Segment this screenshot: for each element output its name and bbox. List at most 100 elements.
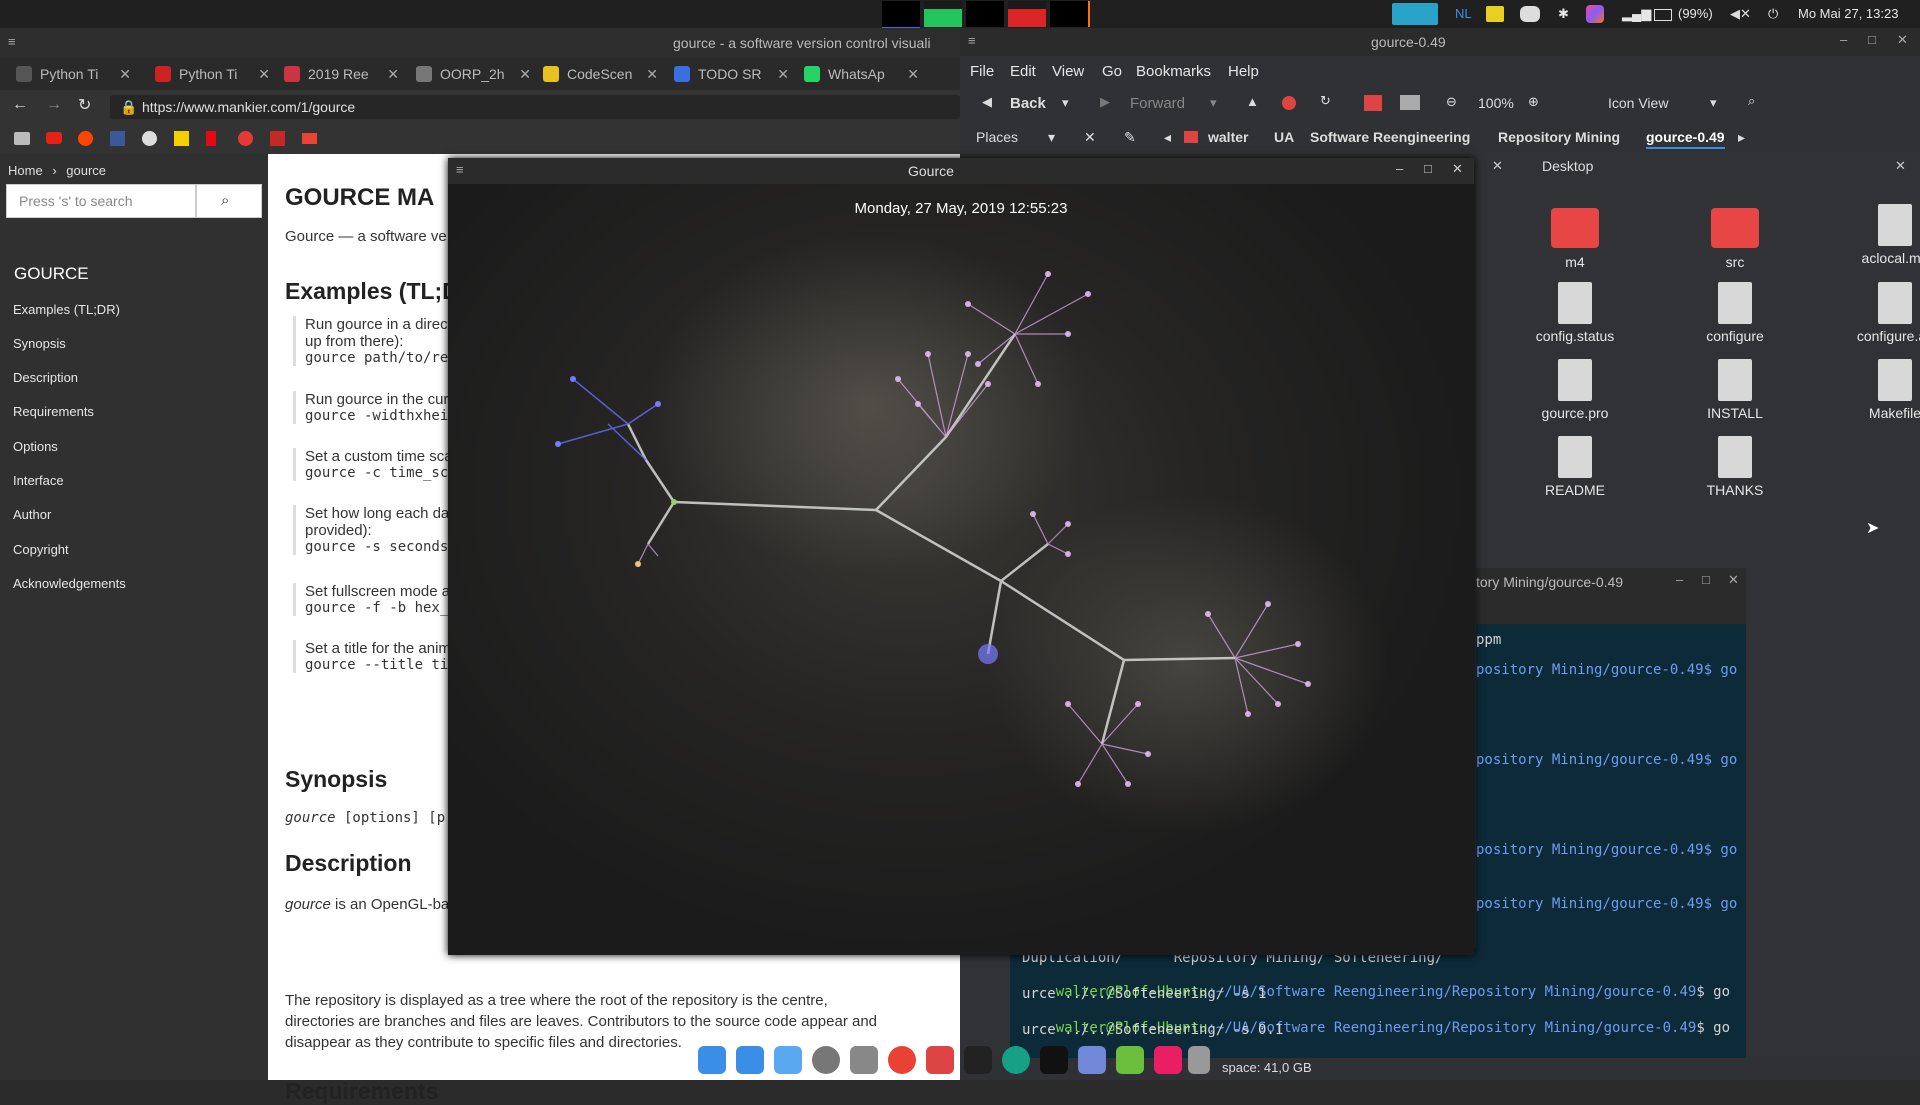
folder-bookmark-icon[interactable] [14, 132, 30, 145]
path-scroll-left-icon[interactable]: ◂ [1164, 129, 1171, 146]
up-icon[interactable]: ▲ [1246, 94, 1259, 109]
folder-item[interactable]: src [1675, 208, 1795, 270]
minimize-icon[interactable]: – [1676, 572, 1683, 587]
tab-close-icon[interactable]: ✕ [119, 66, 131, 83]
path-scroll-right-icon[interactable]: ▸ [1738, 129, 1745, 146]
menu-view[interactable]: View [1052, 63, 1084, 80]
bookmark-icon[interactable] [270, 131, 285, 146]
minimize-icon[interactable]: – [1396, 161, 1403, 176]
sidebar-link-description[interactable]: Description [13, 370, 78, 385]
app-icon[interactable] [1002, 1046, 1030, 1074]
tab-close-icon[interactable]: ✕ [387, 66, 399, 83]
menu-help[interactable]: Help [1228, 63, 1259, 80]
search-icon[interactable]: ⌕ [1748, 93, 1755, 109]
home-icon[interactable] [1364, 95, 1382, 111]
anchor-app-icon[interactable] [698, 1046, 726, 1074]
menu-icon[interactable]: ≡ [456, 162, 464, 177]
menu-file[interactable]: File [970, 63, 994, 80]
back-dropdown-icon[interactable]: ▾ [1062, 95, 1069, 111]
sidebar-title[interactable]: GOURCE [14, 264, 89, 284]
path-segment-software-reengineering[interactable]: Software Reengineering [1310, 129, 1470, 145]
forward-dropdown-icon[interactable]: ▾ [1210, 95, 1217, 111]
settings-app-icon[interactable] [850, 1046, 878, 1074]
search-button[interactable]: ⌕ [196, 184, 262, 218]
sidebar-link-interface[interactable]: Interface [13, 473, 64, 488]
terminal-app-icon[interactable] [1040, 1046, 1068, 1074]
sidebar-link-requirements[interactable]: Requirements [13, 404, 94, 419]
menu-bookmarks[interactable]: Bookmarks [1136, 63, 1211, 80]
file-item[interactable]: aclocal.m4 [1835, 204, 1920, 266]
maximize-icon[interactable]: □ [1424, 161, 1432, 176]
gmail-bookmark-icon[interactable] [302, 133, 317, 144]
file-item[interactable]: gource.pro [1515, 359, 1635, 421]
signal-icon[interactable]: ▂▄▆ [1622, 6, 1651, 22]
view-mode-select[interactable]: Icon View [1608, 95, 1668, 111]
maximize-icon[interactable]: □ [1702, 572, 1710, 587]
discord-app-icon[interactable] [1078, 1046, 1106, 1074]
gource-visualization[interactable]: Monday, 27 May, 2019 12:55:23 [448, 184, 1474, 955]
tab[interactable]: TODO SR ✕ [658, 58, 797, 90]
file-item[interactable]: README [1515, 436, 1635, 498]
bluetooth-icon[interactable]: ✱ [1558, 6, 1569, 22]
facebook-bookmark-icon[interactable] [110, 131, 125, 146]
back-arrow-icon[interactable]: ◀ [982, 94, 992, 110]
menu-icon[interactable]: ≡ [968, 33, 976, 48]
maximize-icon[interactable]: □ [1868, 32, 1876, 47]
computer-icon[interactable] [1400, 95, 1420, 110]
reload-icon[interactable]: ↻ [78, 95, 91, 115]
path-segment-ua[interactable]: UA [1274, 129, 1294, 145]
view-mode-dropdown-icon[interactable]: ▾ [1710, 95, 1717, 111]
stop-icon[interactable] [1282, 96, 1296, 110]
file-item[interactable]: configure [1675, 282, 1795, 344]
keyboard-layout-indicator[interactable]: NL [1455, 6, 1472, 21]
side-panel-close-icon[interactable]: ✕ [1492, 158, 1503, 174]
sidebar-link-synopsis[interactable]: Synopsis [13, 336, 66, 351]
forward-arrow-icon[interactable]: ▶ [1100, 94, 1110, 110]
youtube-bookmark-icon[interactable] [46, 132, 62, 144]
tab[interactable]: CodeScen ✕ [527, 58, 666, 90]
panel-close-icon[interactable]: ✕ [1895, 158, 1906, 174]
forward-button[interactable]: Forward [1130, 95, 1185, 112]
file-item[interactable]: INSTALL [1675, 359, 1795, 421]
breadcrumb-home[interactable]: Home [8, 163, 43, 178]
tab[interactable]: Python Ti ✕ [0, 58, 139, 90]
bookmark-icon[interactable] [238, 131, 253, 146]
t-bookmark-icon[interactable] [174, 131, 189, 146]
tab[interactable]: Python Ti ✕ [139, 58, 278, 90]
sidebar-link-copyright[interactable]: Copyright [13, 542, 69, 557]
file-item[interactable]: configure.ac [1835, 282, 1920, 344]
zoom-out-icon[interactable]: ⊖ [1446, 94, 1457, 110]
zoom-in-icon[interactable]: ⊕ [1528, 94, 1539, 110]
places-dropdown-icon[interactable]: ▾ [1048, 129, 1055, 146]
places-label[interactable]: Places [976, 129, 1018, 145]
sidebar-link-options[interactable]: Options [13, 439, 58, 454]
notes-icon[interactable] [1486, 6, 1504, 22]
screen-icon[interactable] [1392, 3, 1438, 25]
discord-icon[interactable] [1520, 6, 1540, 22]
menu-edit[interactable]: Edit [1010, 63, 1036, 80]
search-input[interactable]: Press 's' to search [6, 184, 196, 218]
tab-close-icon[interactable]: ✕ [907, 66, 919, 83]
reddit-bookmark-icon[interactable] [78, 131, 93, 146]
path-segment-walter[interactable]: walter [1208, 129, 1248, 145]
forward-arrow-icon[interactable]: → [46, 96, 62, 114]
tab[interactable]: WhatsAp ✕ [788, 58, 927, 90]
close-icon[interactable]: ✕ [1897, 32, 1908, 48]
close-icon[interactable]: ✕ [1728, 572, 1739, 588]
path-edit-icon[interactable]: ✎ [1124, 129, 1136, 146]
back-app-icon[interactable] [812, 1046, 840, 1074]
app-indicator-icon[interactable] [1586, 5, 1604, 23]
menu-icon[interactable]: ≡ [8, 34, 16, 49]
menu-go[interactable]: Go [1102, 63, 1122, 80]
clion-app-icon[interactable] [964, 1046, 992, 1074]
path-segment-gource[interactable]: gource-0.49 [1646, 129, 1725, 149]
folder-item[interactable]: m4 [1515, 208, 1635, 270]
files-app-icon[interactable] [736, 1046, 764, 1074]
red-folder-app-icon[interactable] [926, 1046, 954, 1074]
tab[interactable]: 2019 Ree ✕ [268, 58, 407, 90]
volume-muted-icon[interactable]: ◀✕ [1730, 6, 1751, 22]
back-arrow-icon[interactable]: ← [12, 96, 28, 114]
close-icon[interactable]: ✕ [1452, 161, 1463, 177]
battery-icon[interactable] [1654, 9, 1672, 21]
back-button[interactable]: Back [1010, 95, 1046, 112]
